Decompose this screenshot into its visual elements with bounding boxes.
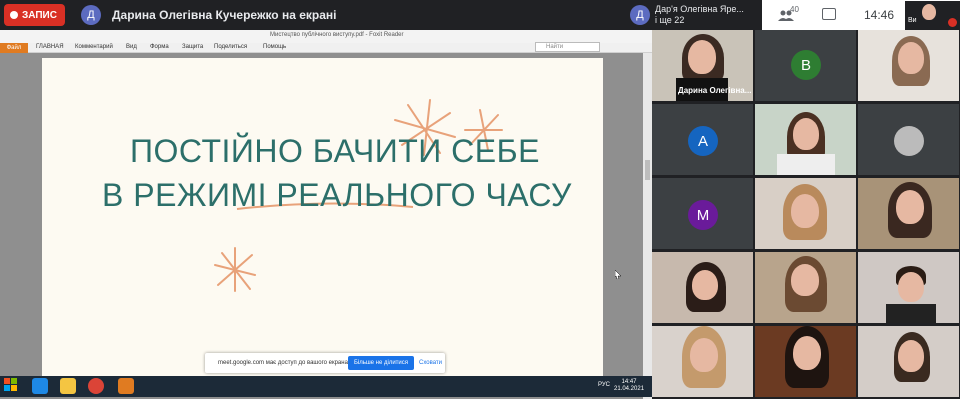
menu-protect[interactable]: Защита <box>182 44 203 50</box>
participant-tile[interactable] <box>755 252 856 323</box>
participant-avatar: М <box>688 200 718 230</box>
self-face <box>922 4 936 20</box>
pinned-name-line1: Дар'я Олегівна Яре... <box>655 4 744 14</box>
record-dot-icon <box>10 11 18 19</box>
participant-face <box>688 40 716 74</box>
participant-photo-avatar <box>894 126 924 156</box>
participant-name: Дарина Олегівна... <box>678 86 752 95</box>
participant-tile[interactable] <box>858 104 959 175</box>
participant-tile[interactable]: В <box>755 30 856 101</box>
slide-heading-line2: В РЕЖИМІ РЕАЛЬНОГО ЧАСУ <box>102 177 572 213</box>
mic-off-icon <box>948 18 957 27</box>
folder-icon[interactable] <box>60 378 76 394</box>
participant-tile[interactable] <box>755 326 856 397</box>
participant-face <box>793 118 819 150</box>
slide-heading-line1: ПОСТІЙНО БАЧИТИ СЕБЕ <box>130 133 540 169</box>
reader-scroll-thumb[interactable] <box>645 160 650 180</box>
decorative-starburst-bottom <box>214 247 256 292</box>
participant-tile[interactable] <box>652 326 753 397</box>
presenter-avatar: Д <box>81 5 101 25</box>
participant-face <box>690 338 718 372</box>
self-label: Ви <box>908 17 917 24</box>
menu-share[interactable]: Поделиться <box>214 44 247 50</box>
taskbar-time: 14:47 <box>621 379 637 385</box>
participant-face <box>898 272 924 302</box>
stop-sharing-button[interactable]: Більше не ділитися <box>348 356 414 370</box>
ie-icon[interactable] <box>32 378 48 394</box>
reader-search-input[interactable]: Найти <box>535 42 600 52</box>
participant-face <box>791 264 819 296</box>
participant-face <box>793 336 821 370</box>
menu-home[interactable]: ГЛАВНАЯ <box>36 44 64 50</box>
taskbar-date: 21.04.2021 <box>614 386 645 392</box>
pinned-participant-name[interactable]: Дар'я Олегівна Яре... і ще 22 <box>655 4 744 26</box>
chat-icon[interactable] <box>822 8 836 20</box>
participant-grid: Дарина Олегівна... В А М <box>652 30 960 397</box>
chrome-icon[interactable] <box>88 378 104 394</box>
participant-tile[interactable] <box>755 178 856 249</box>
participant-face <box>692 270 718 300</box>
participant-tile[interactable]: М <box>652 178 753 249</box>
mouse-cursor-icon <box>615 270 621 279</box>
pinned-avatar: Д <box>630 5 650 25</box>
participant-shirt <box>777 154 835 175</box>
reader-scrollbar[interactable] <box>643 53 652 399</box>
share-notice-text: meet.google.com має доступ до вашого екр… <box>218 360 350 366</box>
pinned-name-line2: і ще 22 <box>655 15 685 25</box>
participant-tile[interactable] <box>858 326 959 397</box>
foxit-icon[interactable] <box>118 378 134 394</box>
participant-avatar: В <box>791 50 821 80</box>
participants-count: 40 <box>790 5 799 14</box>
participant-face <box>791 194 819 228</box>
participant-tile[interactable] <box>858 30 959 101</box>
reader-window-title: Мистецтво публічного виступу.pdf - Foxit… <box>270 32 404 38</box>
participant-face <box>898 42 924 74</box>
menu-comment[interactable]: Комментарий <box>75 44 113 50</box>
presenting-title: Дарина Олегівна Кучережко на екрані <box>112 8 337 22</box>
participant-shirt <box>886 304 936 323</box>
file-tab[interactable]: Файл <box>0 43 28 53</box>
participant-tile[interactable]: Дарина Олегівна... <box>652 30 753 101</box>
language-indicator[interactable]: РУС <box>598 382 610 388</box>
meeting-clock: 14:46 <box>864 8 895 22</box>
participant-tile[interactable] <box>652 252 753 323</box>
menu-form[interactable]: Форма <box>150 44 169 50</box>
participant-tile[interactable] <box>755 104 856 175</box>
record-button[interactable]: ЗАПИС <box>4 4 65 26</box>
participant-tile[interactable] <box>858 252 959 323</box>
record-label: ЗАПИС <box>22 9 57 21</box>
participant-avatar: А <box>688 126 718 156</box>
hide-notice-button[interactable]: Сховати <box>419 360 442 366</box>
menu-view[interactable]: Вид <box>126 44 137 50</box>
menu-help[interactable]: Помощь <box>263 44 286 50</box>
taskbar-clock: 14:47 21.04.2021 <box>614 379 644 393</box>
participant-tile[interactable]: А <box>652 104 753 175</box>
participant-face <box>898 340 924 372</box>
participant-tile[interactable] <box>858 178 959 249</box>
windows-start-icon[interactable] <box>4 378 18 392</box>
pdf-page <box>42 58 603 377</box>
participant-face <box>896 190 924 224</box>
